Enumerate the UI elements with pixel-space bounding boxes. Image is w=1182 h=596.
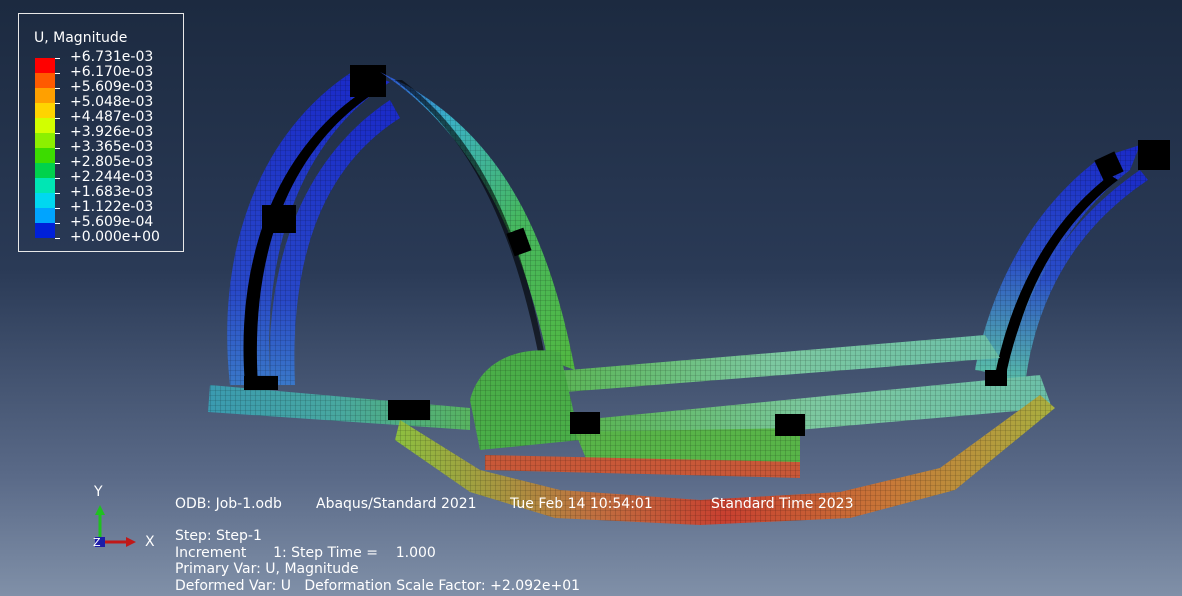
legend-tick — [55, 163, 60, 164]
legend-swatch — [35, 133, 55, 148]
center-arch — [380, 72, 575, 370]
legend-label: +2.805e-03 — [70, 154, 154, 170]
legend-label: +3.926e-03 — [70, 124, 154, 140]
legend-tick — [55, 103, 60, 104]
triad-y-label: Y — [94, 484, 103, 500]
legend-swatch — [35, 88, 55, 103]
legend-tick — [55, 238, 60, 239]
left-arch — [227, 65, 400, 385]
increment-info: Increment 1: Step Time = 1.000 — [175, 545, 436, 561]
legend-swatch — [35, 148, 55, 163]
legend-label: +2.244e-03 — [70, 169, 154, 185]
legend-tick — [55, 73, 60, 74]
legend-label: +6.170e-03 — [70, 64, 154, 80]
legend-label: +3.365e-03 — [70, 139, 154, 155]
run-timezone: Standard Time 2023 — [711, 496, 854, 512]
legend-swatch — [35, 223, 55, 238]
legend-label: +0.000e+00 — [70, 229, 160, 245]
legend-tick — [55, 208, 60, 209]
legend-tick — [55, 58, 60, 59]
contour-legend: U, Magnitude +6.731e-03 +6.170e-03 +5.609e… — [18, 13, 184, 252]
primary-var-info: Primary Var: U, Magnitude — [175, 561, 359, 577]
legend-swatch — [35, 208, 55, 223]
left-beam — [208, 376, 470, 430]
run-datetime: Tue Feb 14 10:54:01 — [510, 496, 653, 512]
legend-label: +5.609e-03 — [70, 79, 154, 95]
triad-x-label: X — [145, 534, 155, 550]
legend-swatch — [35, 58, 55, 73]
legend-level: +0.000e+00 — [35, 223, 175, 253]
legend-tick — [55, 178, 60, 179]
orientation-triad — [95, 505, 136, 547]
legend-label: +1.683e-03 — [70, 184, 154, 200]
legend-swatch — [35, 103, 55, 118]
legend-tick — [55, 118, 60, 119]
legend-label: +5.048e-03 — [70, 94, 154, 110]
deformed-var-info: Deformed Var: U Deformation Scale Factor… — [175, 578, 581, 594]
legend-tick — [55, 148, 60, 149]
legend-tick — [55, 88, 60, 89]
solver-version: Abaqus/Standard 2021 — [316, 496, 477, 512]
upper-right-beam — [545, 335, 1000, 392]
legend-label: +4.487e-03 — [70, 109, 154, 125]
step-info: Step: Step-1 — [175, 528, 262, 544]
legend-swatch — [35, 178, 55, 193]
odb-name: ODB: Job-1.odb — [175, 496, 282, 512]
legend-swatch — [35, 118, 55, 133]
legend-label: +5.609e-04 — [70, 214, 154, 230]
legend-label: +1.122e-03 — [70, 199, 154, 215]
legend-title: U, Magnitude — [34, 30, 128, 46]
right-arch — [975, 140, 1170, 385]
legend-tick — [55, 133, 60, 134]
triad-z-label: Z — [93, 536, 101, 549]
legend-swatch — [35, 163, 55, 178]
legend-swatch — [35, 73, 55, 88]
legend-tick — [55, 193, 60, 194]
legend-swatch — [35, 193, 55, 208]
legend-label: +6.731e-03 — [70, 49, 154, 65]
legend-tick — [55, 223, 60, 224]
